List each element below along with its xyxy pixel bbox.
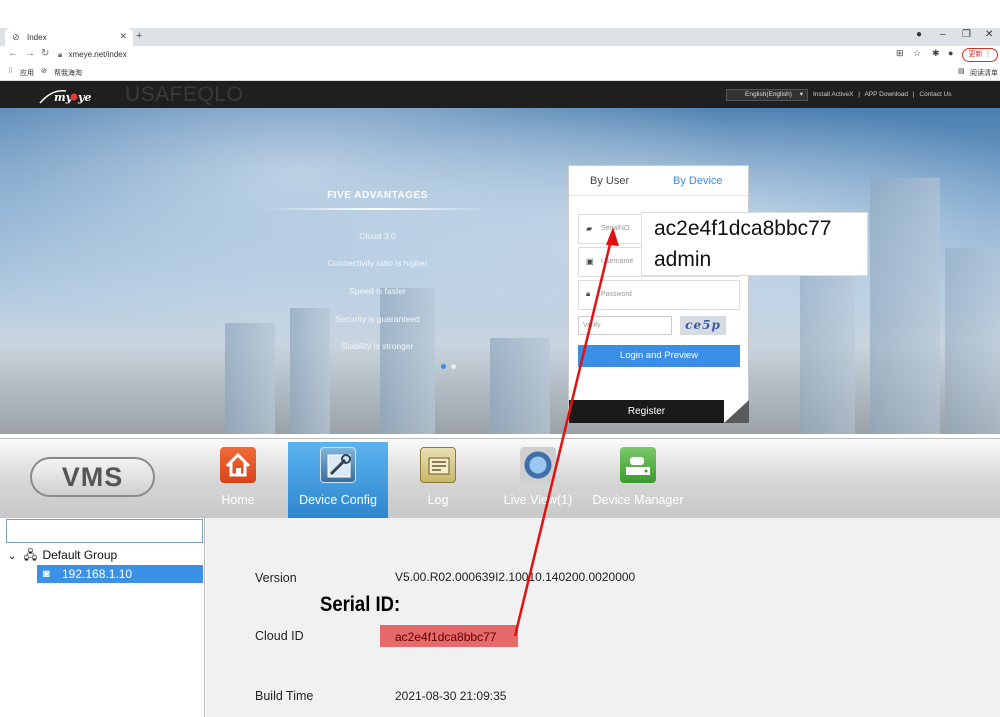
forward-icon[interactable]: →: [25, 48, 35, 59]
device-config-icon: [320, 447, 356, 483]
home-icon: [220, 447, 256, 483]
carousel-dot[interactable]: [451, 364, 456, 369]
annotation-serial: ac2e4f1dca8bbc77: [654, 217, 832, 240]
top-links: Install ActiveX | APP Download | Contact…: [813, 91, 952, 98]
tab-by-device[interactable]: By Device: [673, 175, 723, 187]
reload-icon[interactable]: ↻: [41, 48, 49, 59]
cloud-id-value: ac2e4f1dca8bbc77: [395, 630, 497, 644]
carousel-dot-active[interactable]: [441, 364, 446, 369]
login-and-preview-button[interactable]: Login and Preview: [578, 345, 740, 367]
annotation-username: admin: [654, 248, 712, 271]
build-time-value: 2021-08-30 21:09:35: [395, 689, 507, 703]
new-tab-icon[interactable]: +: [136, 30, 142, 42]
translate-icon[interactable]: ⊞: [896, 48, 904, 59]
log-icon: [420, 447, 456, 483]
browser-tab[interactable]: ⊘ Index ✕: [5, 28, 133, 46]
nav-live-view[interactable]: Live View(1): [488, 442, 588, 518]
tab-divider: [569, 195, 748, 196]
svg-text:ye: ye: [77, 91, 91, 104]
credentials-annotation: ac2e4f1dca8bbc77 admin: [641, 212, 868, 276]
globe-icon: ⊘: [41, 68, 47, 75]
advantage-item: Stability is stronger: [341, 341, 414, 351]
xmeye-logo[interactable]: my ye: [38, 85, 98, 105]
update-button[interactable]: 更新 ⋮: [962, 48, 998, 62]
advantage-item: Cloud 3.0: [359, 231, 396, 241]
build-time-label: Build Time: [255, 689, 314, 703]
nav-device-manager[interactable]: Device Manager: [588, 442, 688, 518]
window-close-icon[interactable]: ✕: [985, 29, 993, 40]
version-value: V5.00.R02.000639I2.10010.140200.0020000: [395, 570, 636, 584]
profile-dot-icon[interactable]: ●: [916, 29, 922, 40]
nav-home[interactable]: Home: [188, 442, 288, 518]
advantage-item: Connectivity ratio is higher: [327, 258, 428, 268]
watermark-text: USAFEQLO: [125, 83, 244, 106]
tab-by-user[interactable]: By User: [590, 175, 629, 187]
restore-icon[interactable]: ❐: [962, 29, 971, 40]
xmeye-logo-graphic: my ye: [39, 90, 91, 104]
extensions-icon[interactable]: ✱: [932, 48, 940, 59]
tree-search-input[interactable]: [6, 519, 203, 543]
device-manager-icon: [620, 447, 656, 483]
advantage-item: Security is guaranteed: [335, 314, 420, 324]
globe-icon: ⊘: [12, 32, 20, 42]
captcha-image[interactable]: ce5p: [680, 316, 726, 335]
advantage-item: Speed is faster: [349, 286, 406, 296]
reading-list-label[interactable]: 阅读清单: [970, 68, 998, 78]
bookmark-apps[interactable]: 应用: [20, 68, 34, 78]
nav-log[interactable]: Log: [388, 442, 488, 518]
tree-group-default[interactable]: ⌄ 🖧︎ Default Group: [8, 546, 117, 567]
version-label: Version: [255, 571, 297, 585]
app-download-link[interactable]: APP Download: [864, 91, 908, 98]
apps-grid-icon[interactable]: ⠿: [8, 67, 13, 75]
chevron-down-icon: ▾: [799, 91, 804, 98]
device-info-panel: [206, 518, 1000, 717]
chevron-down-icon[interactable]: ⌄: [8, 551, 16, 562]
cloud-id-label: Cloud ID: [255, 629, 304, 643]
bookmarks-bar: ⠿ 应用 ⊘ 帮我海淘 ▤ 阅读清单: [0, 64, 1000, 81]
minimize-icon[interactable]: –: [940, 29, 946, 40]
camera-lens-icon: [520, 447, 556, 483]
camera-icon: ▰: [586, 224, 593, 233]
url-text: xmeye.net/index: [68, 50, 127, 59]
advantages-title: FIVE ADVANTAGES: [327, 190, 428, 201]
device-icon: ◙: [43, 568, 50, 580]
back-icon[interactable]: ←: [8, 48, 18, 59]
password-field[interactable]: Password: [578, 280, 740, 310]
tab-title: Index: [27, 33, 47, 42]
bookmark-haitao[interactable]: 帮我海淘: [54, 68, 82, 78]
advantages-divider: [262, 208, 492, 210]
vms-logo: VMS: [30, 457, 155, 497]
close-tab-icon[interactable]: ✕: [119, 31, 127, 42]
lock-icon: 🔒︎: [586, 289, 591, 298]
language-select[interactable]: English(English) ▾: [726, 89, 808, 101]
user-icon: ▣: [586, 257, 594, 266]
verify-code-input[interactable]: Verify: [578, 316, 672, 335]
tree-device-item[interactable]: ◙ 192.168.1.10: [37, 565, 203, 583]
reading-list-icon[interactable]: ▤: [958, 67, 965, 75]
star-icon[interactable]: ☆: [913, 48, 921, 59]
install-activex-link[interactable]: Install ActiveX: [813, 91, 853, 98]
server-group-icon: 🖧︎: [23, 548, 38, 562]
nav-device-config[interactable]: Device Config: [288, 442, 388, 518]
account-icon[interactable]: ●: [948, 48, 953, 58]
url-field[interactable]: 🔒︎ xmeye.net/index: [58, 48, 918, 62]
serial-id-annotation: Serial ID:: [320, 593, 401, 616]
browser-tab-bar: [0, 28, 1000, 46]
contact-us-link[interactable]: Contact Us: [919, 91, 951, 98]
register-button[interactable]: Register: [569, 400, 724, 423]
lock-icon: 🔒︎: [58, 50, 63, 59]
